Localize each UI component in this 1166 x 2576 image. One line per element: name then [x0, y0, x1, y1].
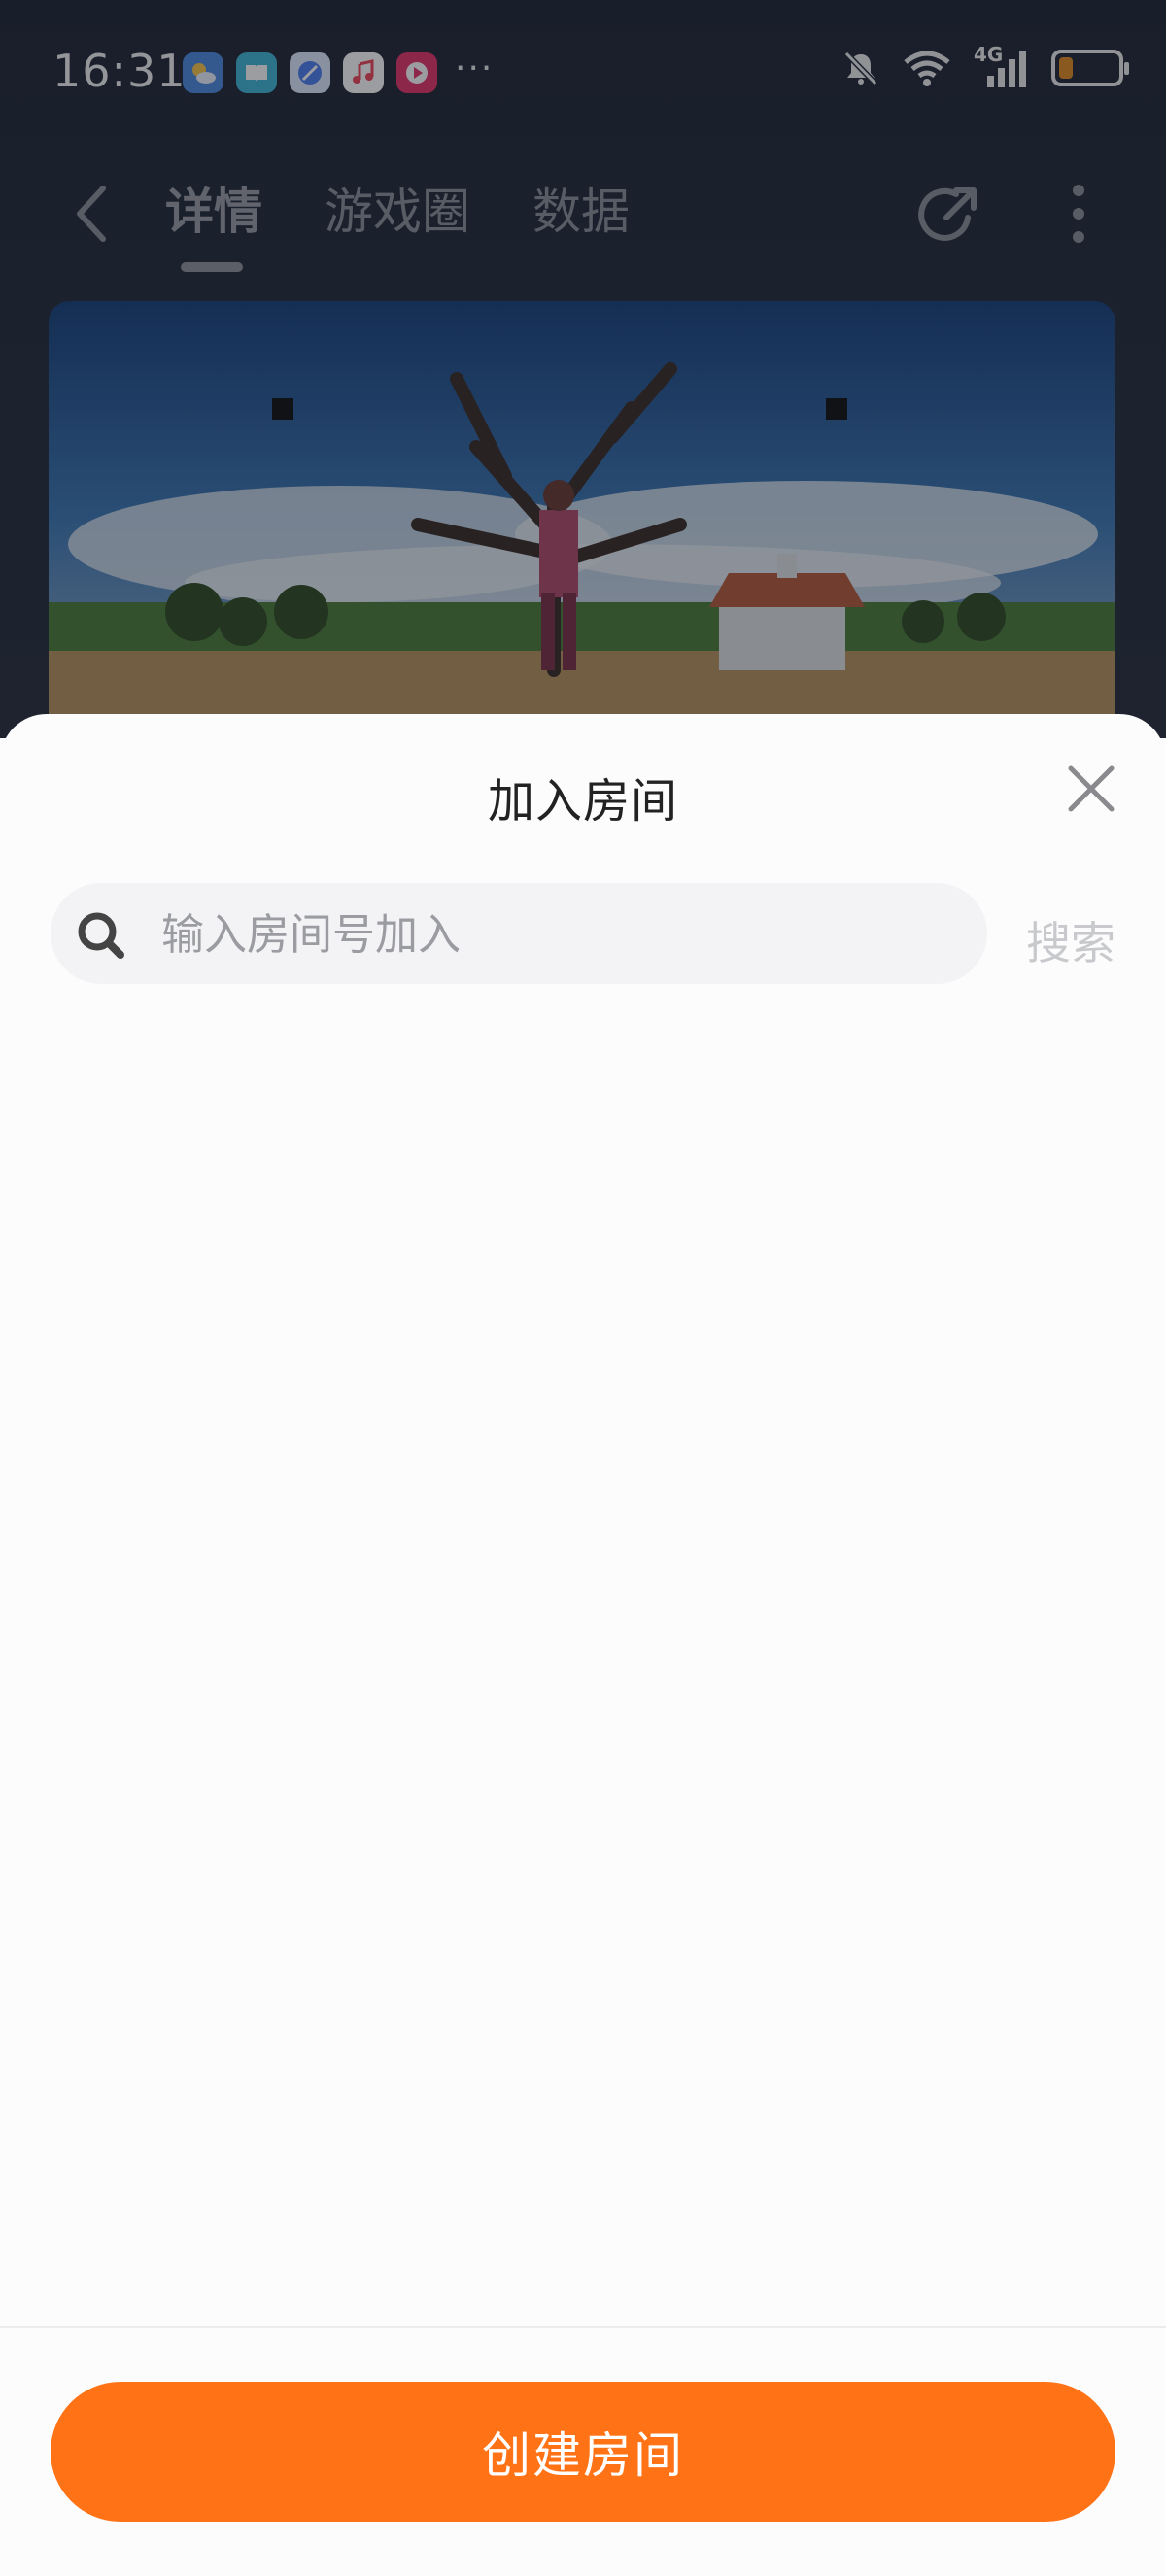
search-icon — [78, 912, 124, 959]
sheet-title: 加入房间 — [487, 774, 678, 829]
background-app: 16:31 ··· 4G 详情 游戏圈 数据 — [0, 0, 1166, 738]
room-number-input[interactable] — [159, 883, 960, 986]
join-room-sheet: 加入房间 搜索 创建房间 — [0, 714, 1166, 2576]
create-room-button[interactable]: 创建房间 — [51, 2382, 1115, 2522]
close-icon[interactable] — [1065, 763, 1117, 815]
search-button[interactable]: 搜索 — [1026, 908, 1115, 972]
footer-divider — [0, 2326, 1166, 2328]
search-box[interactable] — [51, 883, 987, 986]
dim-overlay — [0, 0, 1166, 738]
